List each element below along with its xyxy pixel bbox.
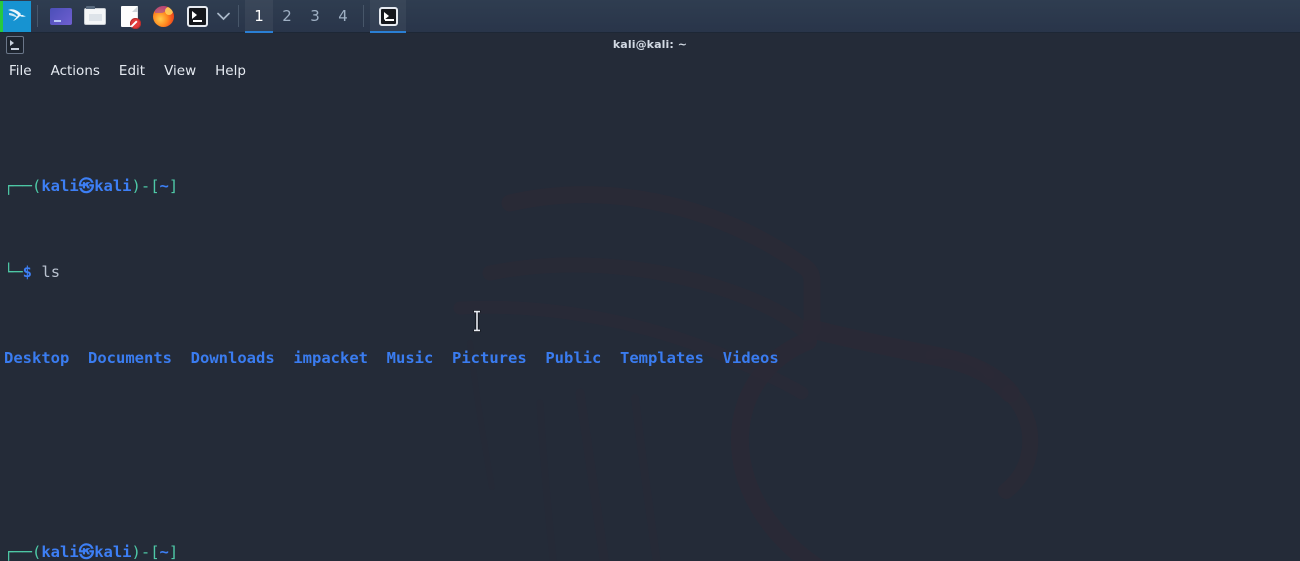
taskbar-separator-2 [238, 5, 239, 27]
dir-impacket: impacket [293, 349, 368, 367]
prompt-path: ~ [159, 542, 169, 561]
terminal-black-icon [186, 5, 208, 27]
prompt-paren-open: ( [32, 542, 42, 561]
launcher-file-manager[interactable] [81, 2, 109, 30]
launcher-dropdown-button[interactable] [214, 2, 232, 30]
menu-item-view[interactable]: View [164, 63, 196, 79]
prompt-dash: - [140, 177, 151, 195]
taskbar-separator-3 [363, 5, 364, 27]
dir-documents: Documents [88, 349, 172, 367]
prompt-bracket-close: ] [168, 177, 179, 195]
menu-item-file[interactable]: File [9, 63, 32, 79]
dir-templates: Templates [620, 349, 705, 367]
text-editor-icon [120, 5, 141, 29]
terminal-purple-icon [50, 7, 72, 25]
workspace-button-2[interactable]: 2 [273, 0, 301, 33]
dir-downloads: Downloads [190, 349, 275, 367]
prompt-line-2: ┌──(kali㉿kali)-[~] [4, 542, 1300, 561]
window-button-terminal[interactable] [370, 0, 406, 33]
terminal-window: kali@kali: ~ File Actions Edit View Help… [0, 33, 1300, 561]
menu-item-help[interactable]: Help [215, 63, 246, 79]
prompt-host: kali [94, 542, 132, 561]
launcher-text-editor[interactable] [115, 2, 143, 30]
launcher-root-terminal[interactable] [183, 2, 211, 30]
dir-videos: Videos [722, 349, 779, 367]
prompt-paren-open: ( [32, 177, 42, 195]
prompt-path: ~ [159, 177, 169, 195]
taskbar-separator-1 [37, 5, 38, 27]
prompt-at-icon: ㉿ [78, 542, 95, 561]
terminal-titlebar: kali@kali: ~ [0, 33, 1300, 59]
command-text-ls: ls [41, 263, 61, 281]
prompt-branch-top: ┌── [4, 542, 32, 561]
prompt-user: kali [41, 542, 79, 561]
launcher-web-browser[interactable] [149, 2, 177, 30]
prompt-bracket-open: [ [150, 177, 160, 195]
file-manager-icon [84, 5, 106, 25]
chevron-down-icon [216, 12, 230, 21]
prompt-dash: - [140, 542, 151, 561]
workspace-button-1[interactable]: 1 [245, 0, 273, 33]
menubar: File Actions Edit View Help [0, 59, 1300, 82]
dir-music: Music [386, 349, 434, 367]
dir-desktop: Desktop [4, 349, 70, 367]
dir-pictures: Pictures [452, 349, 527, 367]
firefox-icon [152, 5, 174, 27]
prompt-branch-bottom: └─ [4, 263, 23, 281]
prompt-at-icon: ㉿ [78, 177, 95, 195]
prompt-paren-close: ) [131, 177, 141, 195]
prompt-bracket-open: [ [150, 542, 160, 561]
prompt-user: kali [41, 177, 79, 195]
menu-item-actions[interactable]: Actions [51, 63, 100, 79]
menu-item-edit[interactable]: Edit [119, 63, 145, 79]
prompt-bracket-close: ] [168, 542, 179, 561]
prompt-host: kali [94, 177, 132, 195]
ls-output-row: Desktop Documents Downloads impacket Mus… [4, 348, 1300, 370]
terminal-output-area[interactable]: ┌──(kali㉿kali)-[~] └─$ ls Desktop Docume… [0, 82, 1300, 561]
terminal-black-icon [378, 6, 398, 26]
prompt-dollar: $ [22, 263, 33, 281]
prompt-branch-top: ┌── [4, 177, 32, 195]
launcher-terminal-emulator[interactable] [47, 2, 75, 30]
workspace-button-3[interactable]: 3 [301, 0, 329, 33]
kali-applications-menu-button[interactable] [0, 0, 31, 32]
workspace-button-4[interactable]: 4 [329, 0, 357, 33]
prompt-paren-close: ) [131, 542, 141, 561]
dir-public: Public [545, 349, 602, 367]
kali-dragon-icon [5, 4, 29, 28]
taskbar: 1 2 3 4 [0, 0, 1300, 33]
window-title: kali@kali: ~ [612, 38, 688, 51]
command-line-1: └─$ ls [4, 262, 1300, 284]
prompt-line: ┌──(kali㉿kali)-[~] [4, 176, 1300, 198]
